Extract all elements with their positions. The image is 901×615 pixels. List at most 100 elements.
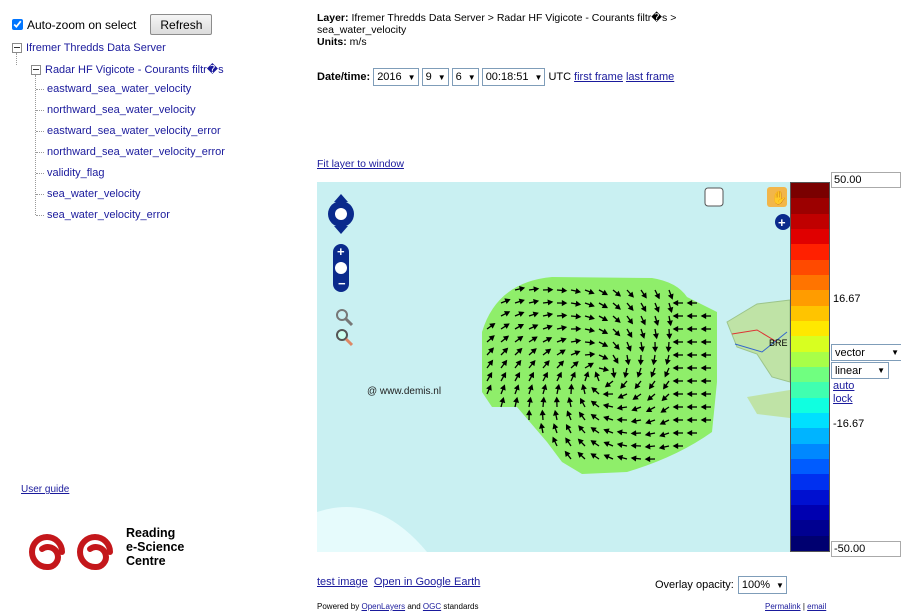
time-select[interactable]: 00:18:51 ▼ xyxy=(481,68,546,86)
month-value: 9 xyxy=(425,71,432,83)
colorbar-max-input[interactable]: 50.00 xyxy=(831,172,901,188)
lock-scale-link[interactable]: lock xyxy=(833,393,853,405)
tree-leaf[interactable]: sea_water_velocity_error xyxy=(36,209,170,221)
colorbar-swatch xyxy=(791,382,829,398)
tree-leaf[interactable]: eastward_sea_water_velocity xyxy=(36,83,191,95)
colorbar-swatch xyxy=(791,351,829,367)
day-value: 6 xyxy=(455,71,462,83)
google-earth-link[interactable]: Open in Google Earth xyxy=(374,576,480,588)
tree-leaf[interactable]: validity_flag xyxy=(36,167,104,179)
opacity-value: 100% xyxy=(741,579,771,591)
land-mass xyxy=(747,390,790,418)
shallow-water xyxy=(317,507,427,552)
fullscreen-icon[interactable] xyxy=(704,187,724,207)
tree-leaf[interactable]: sea_water_velocity xyxy=(36,188,141,200)
colorbar-swatch xyxy=(791,259,829,275)
map-canvas[interactable]: BRE + − ✋ + xyxy=(317,182,790,552)
dropdown-arrow-icon: ▼ xyxy=(407,72,416,82)
zoom-out-icon[interactable] xyxy=(336,329,354,347)
colorbar-swatch xyxy=(791,183,829,199)
layer-value: Ifremer Thredds Data Server > Radar HF V… xyxy=(317,12,677,36)
colorbar xyxy=(790,182,830,552)
zoom-bar[interactable]: + − xyxy=(333,244,349,292)
colorbar-swatch xyxy=(791,428,829,444)
time-value: 00:18:51 xyxy=(485,71,529,83)
first-frame-link[interactable]: first frame xyxy=(574,71,623,83)
colorbar-swatch xyxy=(791,504,829,521)
colorbar-swatch xyxy=(791,198,829,214)
user-guide-link[interactable]: User guide xyxy=(21,484,69,495)
refresh-button[interactable]: Refresh xyxy=(150,14,213,35)
colorbar-swatch xyxy=(791,366,829,383)
colorbar-swatch xyxy=(791,443,829,459)
colorbar-swatch xyxy=(791,320,829,337)
colorbar-tick-label: -16.67 xyxy=(833,418,865,430)
dropdown-arrow-icon: ▼ xyxy=(534,72,543,82)
opacity-select[interactable]: 100% ▼ xyxy=(737,576,787,594)
bottom-links: test image Open in Google Earth xyxy=(317,576,480,588)
fit-layer-link[interactable]: Fit layer to window xyxy=(317,158,404,170)
ogc-link[interactable]: OGC xyxy=(423,602,441,611)
colorbar-swatch xyxy=(791,458,829,475)
logo-line: Reading xyxy=(126,526,176,540)
units-value: m/s xyxy=(349,36,367,48)
colorbar-min-input[interactable]: -50.00 xyxy=(831,541,901,557)
colorbar-swatch xyxy=(791,412,829,429)
autozoom-label: Auto-zoom on select xyxy=(27,17,137,32)
colorbar-swatch xyxy=(791,290,829,306)
collapse-icon[interactable] xyxy=(31,64,41,75)
colorbar-swatch xyxy=(791,520,829,536)
city-label: BRE xyxy=(769,338,788,348)
datetime-label: Date/time: xyxy=(317,71,371,83)
tree-root-label[interactable]: Ifremer Thredds Data Server xyxy=(26,42,166,54)
openlayers-link[interactable]: OpenLayers xyxy=(361,602,405,611)
style-value: vector xyxy=(835,346,865,359)
opacity-row: Overlay opacity: 100% ▼ xyxy=(655,576,787,594)
month-select[interactable]: 9 ▼ xyxy=(421,68,449,86)
zoom-box-icon[interactable] xyxy=(336,309,354,327)
tree-dataset-label[interactable]: Radar HF Vigicote - Courants filtr�s xyxy=(45,63,224,76)
colorbar-swatch xyxy=(791,397,829,413)
colorbar-swatch xyxy=(791,274,829,291)
permalink-link[interactable]: Permalink xyxy=(765,602,801,611)
year-select[interactable]: 2016 ▼ xyxy=(373,68,419,86)
resc-logo: Reading e-Science Centre xyxy=(22,526,202,577)
opacity-label: Overlay opacity: xyxy=(655,579,734,591)
powered-text: and xyxy=(407,602,421,611)
autozoom-row: Auto-zoom on select Refresh xyxy=(12,14,213,35)
tree-node-root[interactable]: Ifremer Thredds Data Server xyxy=(12,42,166,54)
tree-leaf[interactable]: northward_sea_water_velocity_error xyxy=(36,146,225,158)
dropdown-arrow-icon: ▼ xyxy=(891,348,899,357)
tree-node-dataset[interactable]: Radar HF Vigicote - Courants filtr�s xyxy=(31,63,224,76)
colorbar-swatch xyxy=(791,213,829,229)
colorbar-tick-label: 16.67 xyxy=(833,293,861,305)
test-image-link[interactable]: test image xyxy=(317,576,368,588)
colorbar-swatch xyxy=(791,535,829,551)
colorbar-swatch xyxy=(791,474,829,490)
autozoom-checkbox[interactable] xyxy=(12,19,23,30)
year-value: 2016 xyxy=(377,71,402,83)
email-link[interactable]: email xyxy=(807,602,826,611)
spiral-logo-icon xyxy=(29,534,113,571)
style-select[interactable]: vector ▼ xyxy=(831,344,901,361)
powered-text: Powered by xyxy=(317,602,360,611)
colorbar-swatch xyxy=(791,244,829,260)
powered-text: standards xyxy=(443,602,479,611)
dropdown-arrow-icon: ▼ xyxy=(437,72,446,82)
auto-scale-link[interactable]: auto xyxy=(833,380,854,392)
day-select[interactable]: 6 ▼ xyxy=(451,68,479,86)
logo-line: Centre xyxy=(126,554,166,568)
svg-text:−: − xyxy=(338,276,346,291)
dropdown-arrow-icon: ▼ xyxy=(877,366,885,375)
permalink-row: Permalink | email xyxy=(765,602,826,611)
last-frame-link[interactable]: last frame xyxy=(626,71,674,83)
collapse-icon[interactable] xyxy=(12,43,22,53)
logo-line: e-Science xyxy=(126,540,185,554)
tree-leaf[interactable]: eastward_sea_water_velocity_error xyxy=(36,125,221,137)
colorbar-swatch xyxy=(791,228,829,245)
map-viewport[interactable]: BRE + − ✋ + @ www.demis.nl xyxy=(317,182,790,552)
separator: | xyxy=(802,602,805,611)
pan-control[interactable] xyxy=(328,194,354,234)
scale-select[interactable]: linear ▼ xyxy=(831,362,889,379)
tree-leaf[interactable]: northward_sea_water_velocity xyxy=(36,104,196,116)
